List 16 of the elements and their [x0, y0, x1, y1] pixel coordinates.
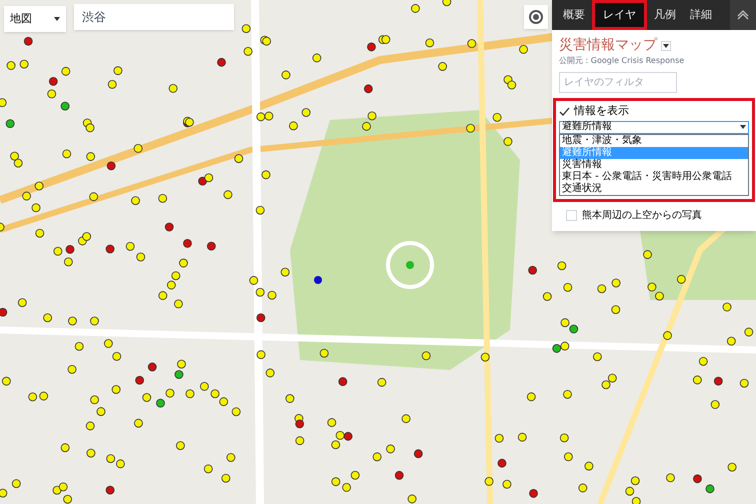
- publisher-text: 公開元 : Google Crisis Response: [559, 56, 686, 66]
- layer-select[interactable]: 避難所情報: [559, 120, 749, 134]
- panel-tab[interactable]: 詳細: [683, 0, 719, 30]
- search-field[interactable]: 渋谷: [74, 4, 234, 30]
- dropdown-option[interactable]: 東日本 - 公衆電話・災害時用公衆電話: [560, 170, 748, 182]
- layer-label: 熊本周辺の上空からの写真: [582, 208, 702, 222]
- panel-tab[interactable]: レイヤ: [592, 0, 647, 30]
- map-type-select[interactable]: 地図: [4, 6, 66, 32]
- dropdown-option[interactable]: 交通状況: [560, 182, 748, 194]
- panel-tab[interactable]: 凡例: [647, 0, 683, 30]
- map-title: 災害情報マップ: [559, 36, 657, 55]
- filter-field[interactable]: レイヤのフィルタ: [559, 72, 677, 93]
- dropdown-option[interactable]: 地震・津波・気象: [560, 134, 748, 146]
- dropdown-option[interactable]: 災害情報: [560, 158, 748, 170]
- panel-tab[interactable]: 概要: [556, 0, 592, 30]
- layer-label: 情報を表示: [574, 103, 629, 119]
